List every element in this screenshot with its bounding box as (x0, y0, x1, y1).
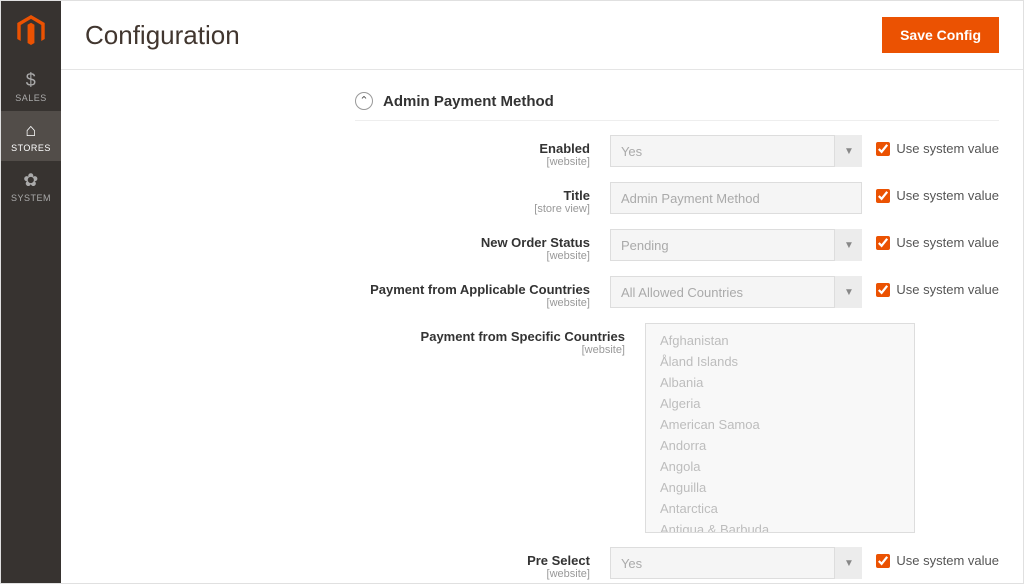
country-option[interactable]: Algeria (646, 393, 914, 414)
page-header: Configuration Save Config (61, 1, 1023, 70)
field-scope: [store view] (85, 203, 590, 215)
field-scope: [website] (85, 344, 625, 356)
field-scope: [website] (85, 250, 590, 262)
form-rows: Enabled [website] ▼ Use system value (85, 135, 999, 583)
nav-label: SYSTEM (1, 193, 61, 203)
row-new-order-status: New Order Status [website] ▼ Use system … (85, 229, 999, 262)
use-system-value[interactable]: Use system value (862, 182, 999, 203)
country-option[interactable]: Angola (646, 456, 914, 477)
page-title: Configuration (85, 20, 240, 51)
country-option[interactable]: Andorra (646, 435, 914, 456)
gear-icon: ✿ (1, 171, 61, 189)
row-specific-countries: Payment from Specific Countries [website… (85, 323, 999, 533)
field-label: New Order Status (481, 235, 590, 250)
use-system-checkbox[interactable] (876, 236, 890, 250)
nav-label: STORES (1, 143, 61, 153)
use-system-label: Use system value (896, 553, 999, 568)
country-option[interactable]: Åland Islands (646, 351, 914, 372)
country-option[interactable]: Anguilla (646, 477, 914, 498)
use-system-value[interactable]: Use system value (862, 135, 999, 156)
use-system-checkbox[interactable] (876, 142, 890, 156)
field-label: Title (563, 188, 590, 203)
row-enabled: Enabled [website] ▼ Use system value (85, 135, 999, 168)
field-label: Payment from Applicable Countries (370, 282, 590, 297)
section-title: Admin Payment Method (383, 93, 554, 110)
use-system-checkbox[interactable] (876, 189, 890, 203)
nav-label: SALES (1, 93, 61, 103)
use-system-label: Use system value (896, 188, 999, 203)
nav-item-system[interactable]: ✿ SYSTEM (1, 161, 61, 211)
use-system-value[interactable]: Use system value (862, 547, 999, 568)
use-system-label: Use system value (896, 141, 999, 156)
title-input (610, 182, 862, 214)
magento-logo[interactable] (1, 1, 61, 61)
nav-item-sales[interactable]: $ SALES (1, 61, 61, 111)
specific-countries-multiselect[interactable]: AfghanistanÅland IslandsAlbaniaAlgeriaAm… (645, 323, 915, 533)
use-system-value[interactable]: Use system value (862, 276, 999, 297)
use-system-label: Use system value (896, 235, 999, 250)
use-system-label: Use system value (896, 282, 999, 297)
new-order-status-select (610, 229, 862, 261)
applicable-countries-select (610, 276, 862, 308)
country-option[interactable]: Antigua & Barbuda (646, 519, 914, 533)
row-title: Title [store view] Use system value (85, 182, 999, 215)
nav-item-stores[interactable]: ⌂ STORES (1, 111, 61, 161)
use-system-checkbox[interactable] (876, 554, 890, 568)
country-option[interactable]: American Samoa (646, 414, 914, 435)
row-pre-select: Pre Select [website] ▼ Use system value (85, 547, 999, 580)
section-admin-payment-method: ⌃ Admin Payment Method (355, 92, 999, 121)
main-column: Configuration Save Config ⌃ Admin Paymen… (61, 1, 1023, 583)
field-label: Enabled (539, 141, 590, 156)
field-scope: [website] (85, 297, 590, 309)
country-option[interactable]: Afghanistan (646, 330, 914, 351)
chevron-up-icon: ⌃ (355, 92, 373, 110)
magento-logo-icon (17, 15, 45, 47)
use-system-checkbox[interactable] (876, 283, 890, 297)
admin-sidebar: $ SALES ⌂ STORES ✿ SYSTEM (1, 1, 61, 583)
use-system-value[interactable]: Use system value (862, 229, 999, 250)
field-scope: [website] (85, 156, 590, 168)
field-label: Pre Select (527, 553, 590, 568)
field-scope: [website] (85, 568, 590, 580)
pre-select-select (610, 547, 862, 579)
dollar-icon: $ (1, 71, 61, 89)
section-toggle[interactable]: ⌃ Admin Payment Method (355, 92, 999, 110)
config-body: ⌃ Admin Payment Method Enabled [website]… (61, 70, 1023, 583)
field-label: Payment from Specific Countries (421, 329, 625, 344)
storefront-icon: ⌂ (1, 121, 61, 139)
country-option[interactable]: Albania (646, 372, 914, 393)
save-config-button[interactable]: Save Config (882, 17, 999, 53)
enabled-select (610, 135, 862, 167)
row-applicable-countries: Payment from Applicable Countries [websi… (85, 276, 999, 309)
country-option[interactable]: Antarctica (646, 498, 914, 519)
